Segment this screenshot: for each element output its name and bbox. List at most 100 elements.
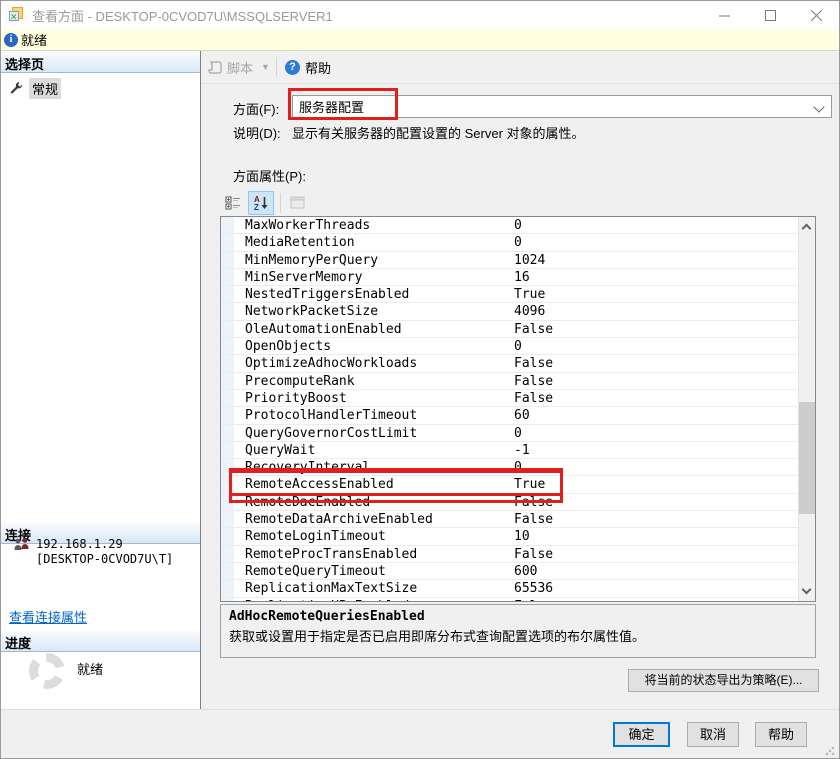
main-panel: 脚本 ▼ ? 帮助 方面(F): 服务器配置 说明(D): 显示有关服务器的配置…: [201, 51, 840, 709]
property-name: QueryWait: [221, 442, 510, 458]
sidebar-item-label: 常规: [29, 78, 61, 99]
property-value: 1024: [510, 252, 545, 268]
table-row[interactable]: RemoteProcTransEnabled False: [221, 546, 798, 563]
info-icon: i: [4, 33, 18, 47]
property-name: ReplicationMaxTextSize: [221, 580, 510, 596]
view-facets-dialog: ✕ 查看方面 - DESKTOP-0CVOD7U\MSSQLSERVER1 i …: [0, 0, 840, 759]
facet-properties-label: 方面属性(P):: [233, 166, 306, 185]
table-row[interactable]: RemoteLoginTimeout 10: [221, 528, 798, 545]
table-row[interactable]: MaxWorkerThreads 0: [221, 217, 798, 234]
table-row[interactable]: MinMemoryPerQuery 1024: [221, 252, 798, 269]
select-page-header: 选择页: [1, 51, 200, 73]
table-row[interactable]: PrecomputeRank False: [221, 373, 798, 390]
script-button[interactable]: 脚本: [208, 58, 253, 77]
vertical-scrollbar[interactable]: [798, 217, 815, 601]
property-grid-viewport: MaxWorkerThreads 0 MediaRetention 0 MinM…: [221, 217, 798, 601]
property-value: 16: [510, 269, 530, 285]
table-row[interactable]: ProtocolHandlerTimeout 60: [221, 407, 798, 424]
property-name: OleAutomationEnabled: [221, 321, 510, 337]
table-row[interactable]: ReplicationMaxTextSize 65536: [221, 580, 798, 597]
scroll-down-icon[interactable]: [803, 587, 811, 595]
table-row[interactable]: RemoteDataArchiveEnabled False: [221, 511, 798, 528]
ok-button[interactable]: 确定: [613, 722, 670, 747]
connection-users-icon: [13, 537, 30, 553]
wrench-icon: [9, 81, 23, 95]
facet-label: 方面(F):: [233, 99, 279, 118]
property-value: False: [510, 598, 553, 601]
property-value: 4096: [510, 303, 545, 319]
property-name: OpenObjects: [221, 338, 510, 354]
table-row[interactable]: NestedTriggersEnabled True: [221, 286, 798, 303]
property-grid[interactable]: MaxWorkerThreads 0 MediaRetention 0 MinM…: [220, 216, 816, 602]
property-value: False: [510, 373, 553, 389]
sidebar-item-general[interactable]: 常规: [1, 73, 200, 97]
description-label: 说明(D):: [233, 123, 281, 142]
table-row[interactable]: PriorityBoost False: [221, 390, 798, 407]
help-question-icon: ?: [285, 60, 300, 75]
property-value: 0: [510, 217, 522, 233]
property-value: 0: [510, 338, 522, 354]
table-row[interactable]: MediaRetention 0: [221, 234, 798, 251]
property-name: NestedTriggersEnabled: [221, 286, 510, 302]
table-row[interactable]: MinServerMemory 16: [221, 269, 798, 286]
cancel-button[interactable]: 取消: [687, 722, 739, 747]
categorized-icon: [225, 195, 241, 211]
facet-combobox[interactable]: 服务器配置: [292, 95, 832, 118]
grid-rows: MaxWorkerThreads 0 MediaRetention 0 MinM…: [221, 217, 798, 601]
property-value: 60: [510, 407, 530, 423]
categorized-view-button[interactable]: [220, 191, 246, 215]
property-name: ReplicationXPsEnabled: [221, 598, 510, 601]
property-value: True: [510, 286, 545, 302]
resize-grip[interactable]: [825, 746, 835, 756]
facet-combobox-value: 服务器配置: [299, 97, 364, 116]
property-value: False: [510, 355, 553, 371]
property-help-text: 获取或设置用于指定是否已启用即席分布式查询配置选项的布尔属性值。: [229, 626, 807, 645]
property-name: MinServerMemory: [221, 269, 510, 285]
table-row[interactable]: OptimizeAdhocWorkloads False: [221, 355, 798, 372]
table-row[interactable]: NetworkPacketSize 4096: [221, 303, 798, 320]
property-name: RemoteLoginTimeout: [221, 528, 510, 544]
property-value: 600: [510, 563, 537, 579]
script-icon: [208, 60, 223, 75]
property-value: True: [510, 476, 545, 492]
description-value: 显示有关服务器的配置设置的 Server 对象的属性。: [292, 123, 585, 142]
scroll-up-icon[interactable]: [803, 223, 811, 231]
toolbar-separator: [276, 57, 277, 77]
az-sort-icon: A Z: [253, 195, 269, 211]
script-label: 脚本: [227, 58, 253, 77]
connection-server: 192.168.1.29: [36, 537, 173, 552]
property-name: RemoteAccessEnabled: [221, 476, 510, 492]
help-label: 帮助: [305, 58, 331, 77]
table-row[interactable]: QueryWait -1: [221, 442, 798, 459]
table-row[interactable]: RemoteQueryTimeout 600: [221, 563, 798, 580]
export-policy-button[interactable]: 将当前的状态导出为策略(E)...: [628, 669, 819, 692]
facets-app-icon: ✕: [9, 7, 26, 23]
maximize-button[interactable]: [747, 1, 793, 29]
property-value: False: [510, 321, 553, 337]
property-value: 0: [510, 234, 522, 250]
property-name: MinMemoryPerQuery: [221, 252, 510, 268]
table-row[interactable]: OleAutomationEnabled False: [221, 321, 798, 338]
status-strip: i 就绪: [1, 29, 839, 51]
chevron-down-icon: [813, 101, 824, 112]
scrollbar-thumb[interactable]: [799, 402, 815, 514]
property-name: RemoteProcTransEnabled: [221, 546, 510, 562]
alphabetical-sort-button[interactable]: A Z: [248, 191, 274, 215]
property-name: NetworkPacketSize: [221, 303, 510, 319]
status-text: 就绪: [21, 30, 47, 49]
help-toolbar-button[interactable]: ? 帮助: [285, 58, 331, 77]
view-connection-properties-link[interactable]: 查看连接属性: [9, 607, 87, 626]
property-pages-button: [285, 191, 311, 215]
property-name: RemoteQueryTimeout: [221, 563, 510, 579]
property-value: -1: [510, 442, 530, 458]
minimize-button[interactable]: [701, 1, 747, 29]
table-row[interactable]: QueryGovernorCostLimit 0: [221, 425, 798, 442]
script-dropdown-caret-icon[interactable]: ▼: [261, 62, 270, 72]
close-button[interactable]: [793, 1, 839, 29]
property-grid-toolbar: A Z: [220, 191, 313, 215]
help-button[interactable]: 帮助: [755, 722, 807, 747]
property-value: 0: [510, 425, 522, 441]
table-row[interactable]: ReplicationXPsEnabled False: [221, 598, 798, 601]
table-row[interactable]: RemoteAccessEnabled True: [221, 476, 798, 493]
table-row[interactable]: OpenObjects 0: [221, 338, 798, 355]
